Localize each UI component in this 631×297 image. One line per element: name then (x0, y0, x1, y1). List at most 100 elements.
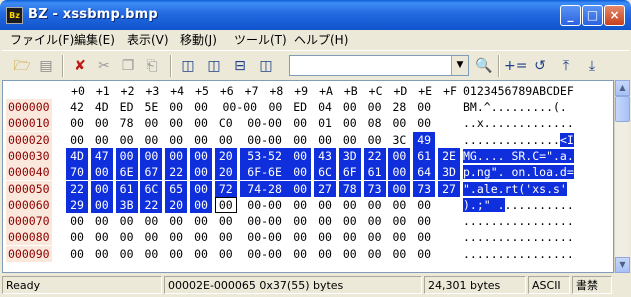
hex-byte[interactable]: 00 (140, 132, 162, 148)
view-single-icon[interactable]: ◫ (178, 56, 198, 76)
search-combo[interactable]: ▼ (289, 55, 469, 76)
hex-byte[interactable]: 00 (289, 229, 311, 245)
hex-byte[interactable]: 00 (215, 132, 237, 148)
hex-byte[interactable]: 00 (289, 132, 311, 148)
view-split-vertical-icon[interactable]: ◫ (204, 56, 224, 76)
cut-icon[interactable]: ✂ (94, 56, 114, 76)
hex-byte[interactable]: 00 (364, 99, 386, 115)
maximize-button[interactable]: □ (582, 5, 603, 26)
hex-byte[interactable]: 00 (388, 246, 410, 262)
hex-byte[interactable]: 04 (314, 99, 336, 115)
hex-byte[interactable]: 00 (314, 213, 336, 229)
hex-byte[interactable]: 00 (91, 246, 113, 262)
hex-byte[interactable]: 00 (339, 99, 361, 115)
hex-byte[interactable]: 00 (66, 213, 88, 229)
hex-byte[interactable]: 22 (140, 196, 163, 213)
hex-byte[interactable]: 00 (190, 115, 212, 131)
hex-byte[interactable]: 00 (388, 115, 410, 131)
compare-icon[interactable]: += (504, 56, 527, 76)
hex-byte[interactable]: 00 (289, 164, 312, 181)
hex-byte[interactable]: 00 (116, 246, 138, 262)
hex-byte[interactable]: 27 (438, 180, 460, 197)
ascii-text[interactable]: p.ng". on.loa.d= (463, 164, 574, 180)
hex-byte[interactable]: 00 (190, 164, 212, 181)
hex-byte[interactable]: 3D (438, 164, 460, 181)
hex-byte[interactable]: 00 (214, 196, 237, 213)
menu-view[interactable]: 表示(V) (127, 32, 169, 48)
hex-byte[interactable]: 00 (90, 196, 113, 213)
hex-byte[interactable]: 00 (190, 132, 212, 148)
hex-byte[interactable]: 20 (214, 147, 237, 164)
hex-byte[interactable]: 00 (388, 213, 410, 229)
hex-byte[interactable]: 53-52 (239, 147, 290, 164)
hex-byte[interactable]: ED (289, 99, 311, 115)
hex-byte[interactable]: 4D (66, 147, 88, 164)
hex-byte[interactable]: 3B (115, 196, 138, 213)
hex-byte[interactable]: 29 (66, 196, 88, 213)
hex-byte[interactable]: 00 (289, 197, 311, 213)
app-icon[interactable]: Bz (6, 7, 23, 24)
hex-byte[interactable]: 00 (165, 115, 187, 131)
view-tile-icon[interactable]: ◫ (256, 56, 276, 76)
hex-byte[interactable]: 00 (215, 229, 237, 245)
hex-byte[interactable]: 4D (91, 99, 113, 115)
hex-byte[interactable]: 00 (190, 246, 212, 262)
hex-byte[interactable]: 00 (91, 132, 113, 148)
hex-byte[interactable]: 73 (413, 180, 436, 197)
minimize-button[interactable]: _ (560, 5, 581, 26)
hex-byte[interactable]: 00 (190, 180, 212, 197)
hex-byte[interactable]: 00 (190, 196, 212, 213)
hex-byte[interactable]: 00 (289, 115, 311, 131)
hex-byte[interactable]: 00 (165, 213, 187, 229)
hex-byte[interactable]: 00 (66, 229, 88, 245)
hex-byte[interactable]: 00 (339, 213, 361, 229)
delete-icon[interactable]: ✘ (70, 56, 90, 76)
hex-byte[interactable]: 00-00 (240, 246, 290, 262)
hex-byte[interactable]: 00 (339, 229, 361, 245)
hex-byte[interactable]: 00 (66, 132, 88, 148)
hex-byte[interactable]: 61 (115, 180, 138, 197)
menu-edit[interactable]: 編集(E) (74, 32, 115, 48)
hex-byte[interactable]: 6C (314, 164, 336, 181)
hex-byte[interactable]: ED (116, 99, 138, 115)
hex-byte[interactable]: 27 (314, 180, 336, 197)
close-button[interactable]: × (604, 5, 625, 26)
hex-byte[interactable]: 42 (66, 99, 88, 115)
ascii-text[interactable]: ................ (463, 246, 574, 262)
hex-byte[interactable]: 6F-6E (239, 164, 290, 181)
hex-byte[interactable]: 00 (364, 213, 386, 229)
chevron-down-icon[interactable]: ▼ (451, 56, 468, 75)
hex-byte[interactable]: 00 (413, 197, 435, 213)
save-icon[interactable]: ▤ (36, 56, 56, 76)
ascii-text[interactable]: ".ale.rt('xs.s' (463, 181, 567, 197)
hex-byte[interactable]: 00 (339, 132, 361, 148)
hex-byte[interactable]: 00 (413, 115, 435, 131)
hex-byte[interactable]: 08 (364, 115, 386, 131)
hex-byte[interactable]: 49 (413, 131, 436, 148)
hex-byte[interactable]: 00 (116, 213, 138, 229)
hex-byte[interactable]: 00 (215, 246, 237, 262)
hex-byte[interactable]: 00-00 (240, 229, 290, 245)
paste-icon[interactable]: ⎗ (142, 56, 162, 76)
hex-byte[interactable]: 00 (90, 180, 113, 197)
hex-byte[interactable]: C0 (215, 115, 237, 131)
hex-byte[interactable]: 78 (338, 180, 361, 197)
hex-byte[interactable]: 00-00 (215, 99, 265, 115)
open-folder-icon[interactable]: 🗁 (12, 56, 32, 76)
hex-byte[interactable]: 43 (314, 147, 336, 164)
hex-byte[interactable]: 00 (190, 213, 212, 229)
hex-byte[interactable]: 01 (314, 115, 336, 131)
hex-byte[interactable]: 70 (66, 164, 88, 181)
menu-help[interactable]: ヘルプ(H) (294, 32, 348, 48)
hex-byte[interactable]: 00 (289, 213, 311, 229)
hex-byte[interactable]: 00-00 (240, 115, 290, 131)
hex-byte[interactable]: 00 (339, 197, 361, 213)
ascii-text[interactable]: ..............<I (463, 132, 574, 148)
ascii-text[interactable]: ).;" ........... (463, 197, 574, 213)
ascii-text[interactable]: ..x............. (463, 115, 574, 131)
hex-byte[interactable]: 00 (364, 229, 386, 245)
hex-byte[interactable]: 00-00 (240, 132, 290, 148)
hex-byte[interactable]: 00 (140, 115, 162, 131)
hex-byte[interactable]: 73 (363, 180, 386, 197)
hex-byte[interactable]: 00 (91, 213, 113, 229)
